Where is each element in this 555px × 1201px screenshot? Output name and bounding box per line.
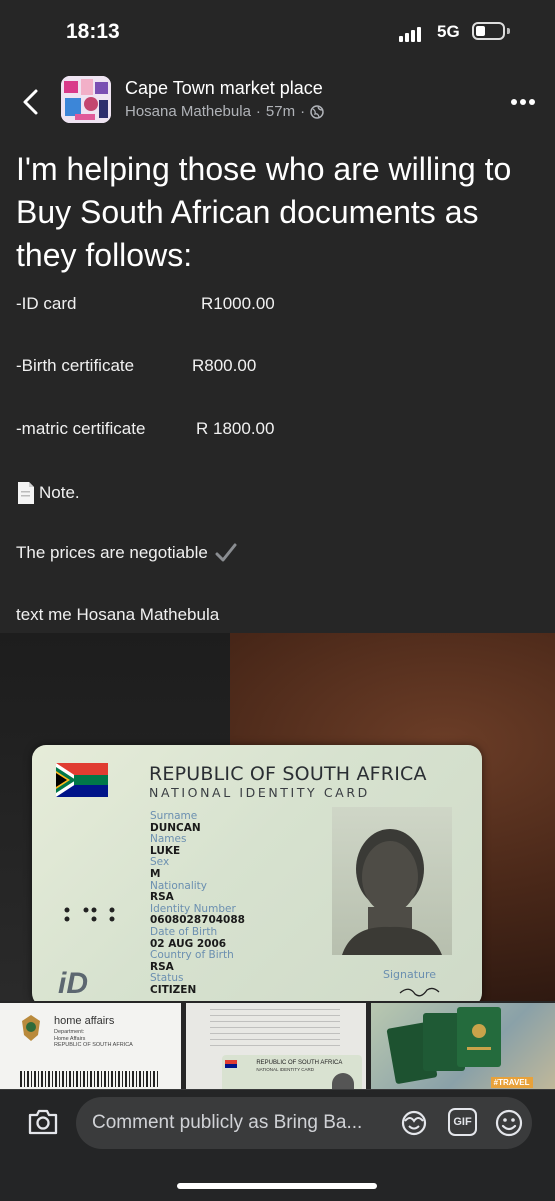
- group-name[interactable]: Cape Town market place: [125, 78, 323, 99]
- sa-flag-icon: [56, 763, 108, 797]
- card-portrait: [332, 807, 452, 955]
- checkmark-icon: [215, 543, 237, 562]
- status-value: CITIZEN: [150, 983, 197, 996]
- network-type: 5G: [437, 22, 460, 41]
- braille-dots: [64, 907, 115, 922]
- passport: [456, 1007, 501, 1067]
- avatar-sticker-icon[interactable]: [400, 1110, 428, 1136]
- coat-of-arms-icon: [22, 1015, 40, 1041]
- post-meta: Hosana Mathebula · 57m ·: [125, 103, 324, 120]
- battery-tip: [507, 28, 510, 34]
- price-matric-certificate: R 1800.00: [196, 419, 275, 438]
- signature-scribble: [399, 987, 440, 997]
- post-headline: I'm helping those who are willing to Buy…: [16, 151, 512, 273]
- gif-icon[interactable]: GIF: [448, 1108, 477, 1136]
- dept-line: REPUBLIC OF SOUTH AFRICA: [54, 1042, 133, 1048]
- contact-text: text me Hosana Mathebula: [16, 605, 220, 624]
- mini-portrait: [332, 1073, 355, 1089]
- card-title: REPUBLIC OF SOUTH AFRICA: [149, 763, 427, 785]
- mini-flag-icon: [225, 1060, 238, 1068]
- author-name[interactable]: Hosana Mathebula: [125, 103, 251, 120]
- post-time[interactable]: 57m: [266, 103, 295, 120]
- home-indicator[interactable]: [177, 1183, 377, 1189]
- thumbnail-home-affairs[interactable]: home affairs Department: Home Affairs RE…: [0, 1003, 182, 1089]
- card-back-text: [210, 1009, 341, 1049]
- globe-icon: [310, 104, 324, 119]
- document-icon: [18, 482, 34, 504]
- thumbnail-smart-card[interactable]: REPUBLIC OF SOUTH AFRICA NATIONAL IDENTI…: [186, 1003, 366, 1089]
- signal-icon: [399, 27, 421, 42]
- home-affairs-text: home affairs: [54, 1015, 115, 1027]
- thumbnail-passports[interactable]: #TRAVEL: [370, 1003, 555, 1089]
- dob-label: Date of Birth: [150, 925, 218, 938]
- price-birth-certificate: R800.00: [192, 356, 257, 375]
- surname-label: Surname: [150, 810, 198, 822]
- status-time: 18:13: [66, 20, 120, 43]
- group-avatar[interactable]: [61, 76, 111, 123]
- more-dots-icon[interactable]: [510, 98, 536, 106]
- mini-card-title: REPUBLIC OF SOUTH AFRICA: [256, 1060, 343, 1066]
- back-chevron-icon[interactable]: [20, 88, 42, 116]
- id-card: REPUBLIC OF SOUTH AFRICA NATIONAL IDENTI…: [32, 745, 482, 1001]
- price-id-card: R1000.00: [201, 294, 275, 313]
- signature-label: Signature: [383, 968, 437, 981]
- negotiable-line: The prices are negotiable: [16, 543, 237, 563]
- sex-value: M: [150, 867, 161, 880]
- camera-icon[interactable]: [27, 1108, 59, 1136]
- nationality-value: RSA: [150, 891, 174, 904]
- sex-label: Sex: [150, 856, 170, 869]
- travel-tag: #TRAVEL: [490, 1077, 533, 1088]
- emoji-icon[interactable]: [495, 1109, 523, 1137]
- post-photo-id-card[interactable]: REPUBLIC OF SOUTH AFRICA NATIONAL IDENTI…: [0, 633, 555, 1001]
- note-line: Note.: [16, 481, 80, 505]
- mini-card-sub: NATIONAL IDENTITY CARD: [256, 1067, 315, 1072]
- separator-dot: ·: [255, 103, 261, 120]
- list-item-birth-certificate: -Birth certificate: [16, 356, 135, 375]
- separator-dot: ·: [300, 103, 306, 120]
- note-text: Note.: [39, 483, 80, 502]
- battery-icon: [472, 22, 505, 40]
- barcode: [20, 1071, 160, 1087]
- card-fields: Surname DUNCAN Names LUKE Sex M National…: [150, 810, 245, 997]
- photo-thumbnails: home affairs Department: Home Affairs RE…: [0, 1003, 555, 1089]
- comment-placeholder: Comment publicly as Bring Ba...: [92, 1112, 363, 1133]
- list-item-id-card: -ID card: [16, 294, 77, 313]
- id-logo: iD: [58, 967, 88, 1000]
- mini-id-card: REPUBLIC OF SOUTH AFRICA NATIONAL IDENTI…: [222, 1055, 363, 1089]
- cob-label: Country of Birth: [150, 949, 234, 962]
- dept-lines: Department: Home Affairs REPUBLIC OF SOU…: [54, 1029, 133, 1049]
- list-item-matric-certificate: -matric certificate: [16, 419, 146, 438]
- negotiable-text: The prices are negotiable: [16, 543, 208, 562]
- card-subtitle: NATIONAL IDENTITY CARD: [149, 785, 370, 800]
